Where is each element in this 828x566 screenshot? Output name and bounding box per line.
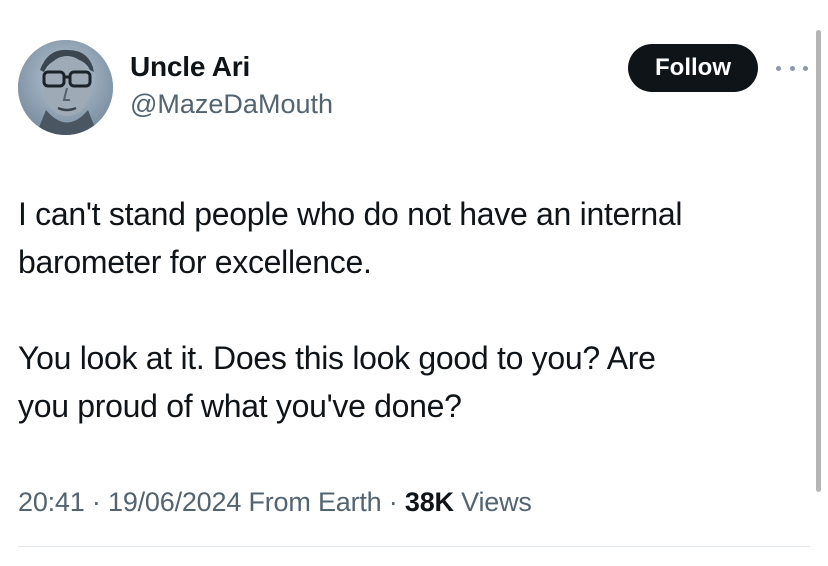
handle[interactable]: @MazeDaMouth (130, 87, 333, 121)
meta-separator: · (388, 487, 398, 517)
more-dot (803, 65, 808, 71)
more-horizontal-icon[interactable] (776, 56, 808, 80)
tweet-text: I can't stand people who do not have an … (18, 190, 808, 430)
avatar-portrait-icon (18, 40, 113, 135)
author-block: Uncle Ari @MazeDaMouth (130, 50, 333, 121)
tweet-source: From Earth (248, 487, 382, 517)
tweet-meta: 20:41 · 19/06/2024 From Earth · 38K View… (18, 482, 532, 522)
follow-button[interactable]: Follow (628, 44, 758, 92)
tweet-date[interactable]: 19/06/2024 (108, 487, 241, 517)
views-count[interactable]: 38K (405, 487, 454, 517)
scrollbar[interactable] (816, 30, 821, 492)
display-name[interactable]: Uncle Ari (130, 50, 333, 84)
avatar[interactable] (18, 40, 113, 135)
more-dot (789, 65, 795, 71)
tweet: Uncle Ari @MazeDaMouth Follow I can't st… (0, 0, 828, 566)
more-dot (776, 65, 781, 71)
divider (18, 546, 810, 547)
meta-separator: · (91, 487, 101, 517)
views-label: Views (461, 487, 532, 517)
tweet-paragraph: You look at it. Does this look good to y… (18, 340, 656, 424)
tweet-paragraph: I can't stand people who do not have an … (18, 196, 683, 280)
tweet-time[interactable]: 20:41 (18, 487, 85, 517)
